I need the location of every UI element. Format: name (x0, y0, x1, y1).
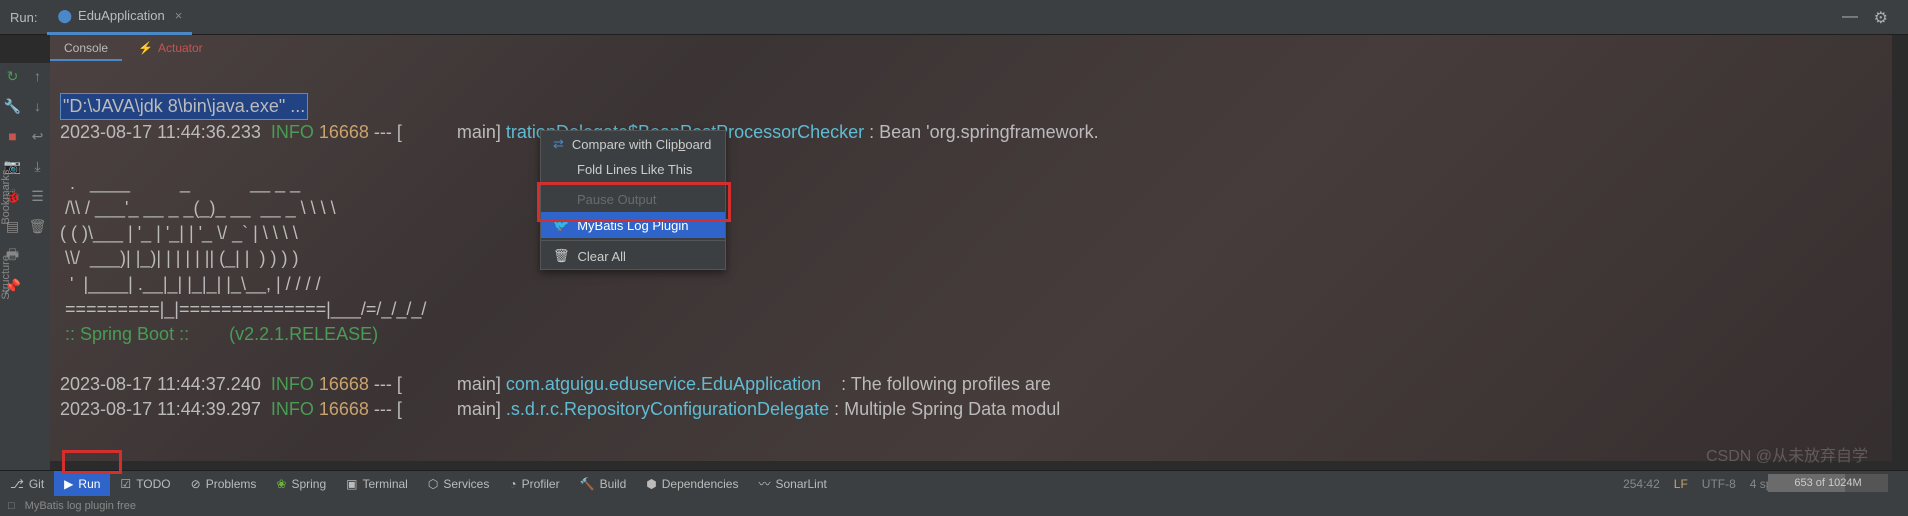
services-icon: ⬡ (428, 477, 438, 491)
soft-wrap-icon[interactable]: ↩ (30, 128, 46, 144)
sonar-icon: 〰 (758, 475, 770, 492)
tool-todo[interactable]: ☑TODO (110, 471, 180, 497)
spring-boot-version: :: Spring Boot :: (v2.2.1.RELEASE) (60, 324, 378, 344)
tool-git[interactable]: ⎇Git (0, 471, 54, 497)
tool-spring[interactable]: ❀Spring (266, 471, 336, 497)
wrench-icon[interactable]: 🔧 (5, 98, 21, 114)
status-icon: □ (8, 500, 15, 512)
file-encoding[interactable]: UTF-8 (1702, 477, 1736, 491)
ctx-separator (541, 184, 725, 185)
console-cmd-line: "D:\JAVA\jdk 8\bin\java.exe" ... (60, 93, 308, 120)
ctx-separator (541, 240, 725, 241)
play-icon: ▶ (64, 477, 73, 491)
sidebar-structure[interactable]: Structure (0, 255, 16, 300)
spring-banner: . ____ _ __ _ _ /\\ / ___'_ __ _ _(_)_ _… (60, 173, 426, 319)
cursor-position: 254:42 (1623, 477, 1660, 491)
context-menu: ⇄Compare with Clipboard Fold Lines Like … (540, 130, 726, 270)
ctx-mybatis-log-plugin[interactable]: 🐦MyBatis Log Plugin (541, 212, 725, 238)
gear-icon[interactable]: ⚙ (1874, 8, 1888, 28)
sidebar-bookmarks[interactable]: Bookmarks (0, 170, 16, 225)
tool-build[interactable]: 🔨Build (570, 471, 637, 497)
diff-icon: ⇄ (553, 136, 564, 152)
status-message: MyBatis log plugin free (25, 500, 136, 512)
rerun-icon[interactable]: ↻ (5, 68, 21, 84)
build-icon: 🔨 (580, 477, 595, 491)
trash-icon[interactable]: 🗑 (30, 218, 46, 234)
tab-actuator[interactable]: ⚡Actuator (124, 37, 217, 61)
minimize-icon[interactable]: — (1842, 8, 1858, 26)
git-icon: ⎇ (10, 477, 24, 491)
tool-terminal[interactable]: ▣Terminal (336, 471, 418, 497)
tool-services[interactable]: ⬡Services (418, 471, 500, 497)
down-icon[interactable]: ↓ (30, 98, 46, 114)
console-output[interactable]: "D:\JAVA\jdk 8\bin\java.exe" ... 2023-08… (50, 63, 1908, 470)
spring-icon: ❀ (276, 477, 286, 491)
terminal-icon: ▣ (346, 477, 357, 491)
filter-icon[interactable]: ☰ (30, 188, 46, 204)
up-icon[interactable]: ↑ (30, 68, 46, 84)
trash-icon: 🗑 (553, 248, 570, 264)
tool-dependencies[interactable]: ⬢Dependencies (636, 471, 748, 497)
tool-problems[interactable]: ⊘Problems (181, 471, 267, 497)
ctx-compare-clipboard[interactable]: ⇄Compare with Clipboard (541, 131, 725, 157)
actuator-icon: ⚡ (138, 41, 153, 55)
mybatis-icon: 🐦 (553, 217, 569, 233)
profiler-icon: ◔ (509, 477, 516, 491)
ctx-pause-output[interactable]: Pause Output (541, 187, 725, 212)
ctx-fold-lines[interactable]: Fold Lines Like This (541, 157, 725, 182)
app-icon: ⬤ (57, 8, 72, 24)
run-config-tab[interactable]: ⬤ EduApplication × (47, 0, 192, 35)
run-config-name: EduApplication (78, 8, 165, 23)
todo-icon: ☑ (120, 477, 131, 491)
run-panel-label: Run: (0, 10, 47, 25)
line-separator[interactable]: LF (1674, 477, 1688, 491)
tool-run[interactable]: ▶Run (54, 471, 110, 497)
deps-icon: ⬢ (646, 477, 656, 491)
tab-console[interactable]: Console (50, 37, 122, 61)
tool-sonarlint[interactable]: 〰SonarLint (748, 471, 836, 497)
tool-profiler[interactable]: ◔Profiler (499, 471, 569, 497)
scroll-end-icon[interactable]: ⤓ (30, 158, 46, 174)
memory-indicator[interactable]: 653 of 1024M (1768, 474, 1888, 492)
stop-icon[interactable]: ■ (5, 128, 21, 144)
problems-icon: ⊘ (191, 477, 201, 491)
close-tab-icon[interactable]: × (175, 8, 183, 23)
ctx-clear-all[interactable]: 🗑Clear All (541, 243, 725, 269)
